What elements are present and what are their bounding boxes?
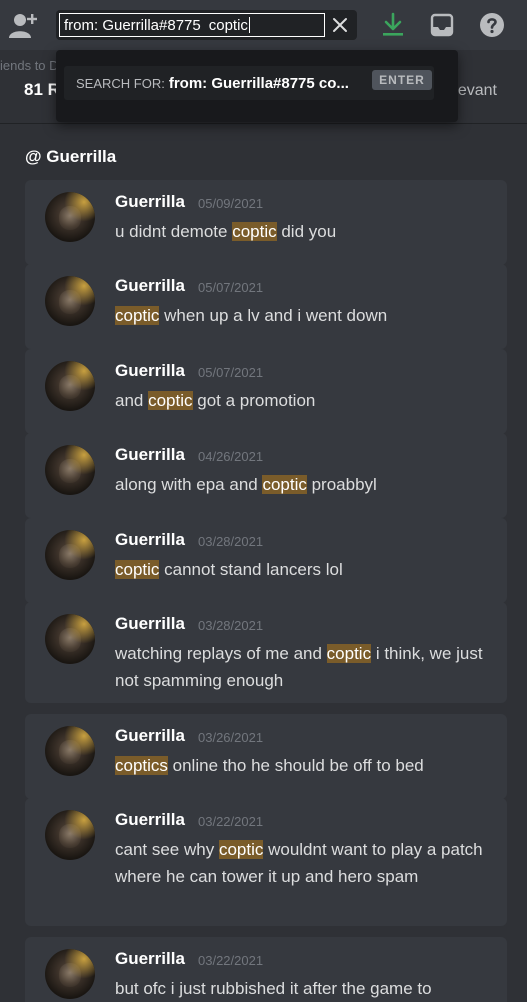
- text-caret: [248, 17, 250, 33]
- message-author[interactable]: Guerrilla: [115, 614, 185, 634]
- add-friend-icon[interactable]: [8, 10, 40, 40]
- search-result-card[interactable]: Guerrilla 05/07/2021 and coptic got a pr…: [25, 349, 507, 434]
- user-avatar[interactable]: [45, 726, 95, 776]
- download-icon[interactable]: [380, 11, 406, 39]
- search-highlight: coptic: [326, 644, 372, 663]
- top-toolbar: from: Guerrilla#8775 coptic: [0, 0, 527, 50]
- inbox-icon[interactable]: [429, 12, 455, 38]
- search-result-card[interactable]: Guerrilla 05/07/2021 coptic when up a lv…: [25, 264, 507, 349]
- user-avatar[interactable]: [45, 361, 95, 411]
- search-for-query: from: Guerrilla#8775 co...: [168, 74, 349, 92]
- message-timestamp: 03/22/2021: [198, 953, 264, 968]
- search-filter-token[interactable]: from: Guerrilla#8775: [64, 17, 201, 34]
- message-timestamp: 05/09/2021: [198, 196, 264, 211]
- search-highlight: coptic: [262, 475, 307, 494]
- search-highlight: coptic: [148, 391, 193, 410]
- message-timestamp: 03/28/2021: [198, 534, 264, 549]
- message-content: coptics online tho he should be off to b…: [115, 756, 424, 775]
- message-content: coptic when up a lv and i went down: [115, 306, 388, 325]
- message-author[interactable]: Guerrilla: [115, 192, 185, 212]
- message-author[interactable]: Guerrilla: [115, 276, 185, 296]
- user-avatar[interactable]: [45, 192, 95, 242]
- message-content: but ofc i just rubbished it after the ga…: [115, 979, 432, 998]
- search-result-card[interactable]: Guerrilla 04/26/2021 along with epa and …: [25, 433, 507, 518]
- message-author[interactable]: Guerrilla: [115, 810, 185, 830]
- search-highlight: coptic: [115, 560, 160, 579]
- message-author[interactable]: Guerrilla: [115, 949, 185, 969]
- search-result-card[interactable]: Guerrilla 03/28/2021 coptic cannot stand…: [25, 518, 507, 603]
- search-for-label: SEARCH FOR:: [76, 75, 165, 91]
- user-avatar[interactable]: [45, 614, 95, 664]
- search-result-card[interactable]: Guerrilla 05/09/2021 u didnt demote copt…: [25, 180, 507, 265]
- enter-key-badge: ENTER: [372, 70, 432, 90]
- message-timestamp: 05/07/2021: [198, 280, 264, 295]
- message-timestamp: 03/22/2021: [198, 814, 264, 829]
- results-count: 81 R: [24, 80, 60, 99]
- search-result-card[interactable]: Guerrilla 03/28/2021 watching replays of…: [25, 602, 507, 703]
- message-timestamp: 03/26/2021: [198, 730, 264, 745]
- clear-search-icon[interactable]: [331, 16, 349, 34]
- message-author[interactable]: Guerrilla: [115, 530, 185, 550]
- message-content: watching replays of me and coptic i thin…: [115, 644, 483, 690]
- sort-relevant-tab[interactable]: evant: [458, 82, 497, 100]
- message-content: and coptic got a promotion: [115, 391, 316, 410]
- search-autocomplete-popout: SEARCH FOR: from: Guerrilla#8775 co... E…: [56, 50, 458, 122]
- search-query-text: coptic: [208, 16, 248, 34]
- search-highlight: coptic: [232, 222, 277, 241]
- message-author[interactable]: Guerrilla: [115, 361, 185, 381]
- search-for-option[interactable]: SEARCH FOR: from: Guerrilla#8775 co... E…: [64, 66, 434, 100]
- user-avatar[interactable]: [45, 276, 95, 326]
- user-avatar[interactable]: [45, 949, 95, 999]
- search-highlight: coptic: [115, 306, 160, 325]
- message-timestamp: 04/26/2021: [198, 449, 264, 464]
- message-content: coptic cannot stand lancers lol: [115, 560, 343, 579]
- search-highlight: coptic: [218, 840, 264, 859]
- search-highlight: coptics: [115, 756, 168, 775]
- search-result-card[interactable]: Guerrilla 03/22/2021 cant see why coptic…: [25, 798, 507, 926]
- message-timestamp: 05/07/2021: [198, 365, 264, 380]
- user-avatar[interactable]: [45, 530, 95, 580]
- message-content: cant see why coptic wouldnt want to play…: [115, 840, 483, 886]
- channel-heading[interactable]: @ Guerrilla: [25, 147, 116, 167]
- search-box[interactable]: from: Guerrilla#8775 coptic: [56, 10, 357, 40]
- message-content: u didnt demote coptic did you: [115, 222, 337, 241]
- search-result-card[interactable]: Guerrilla 03/26/2021 coptics online tho …: [25, 714, 507, 799]
- user-avatar[interactable]: [45, 810, 95, 860]
- message-content: along with epa and coptic proabbyl: [115, 475, 377, 494]
- message-author[interactable]: Guerrilla: [115, 445, 185, 465]
- user-avatar[interactable]: [45, 445, 95, 495]
- message-timestamp: 03/28/2021: [198, 618, 264, 633]
- message-author[interactable]: Guerrilla: [115, 726, 185, 746]
- help-icon[interactable]: [479, 12, 505, 38]
- search-input[interactable]: from: Guerrilla#8775 coptic: [59, 13, 325, 37]
- search-result-card[interactable]: Guerrilla 03/22/2021 but ofc i just rubb…: [25, 937, 507, 1002]
